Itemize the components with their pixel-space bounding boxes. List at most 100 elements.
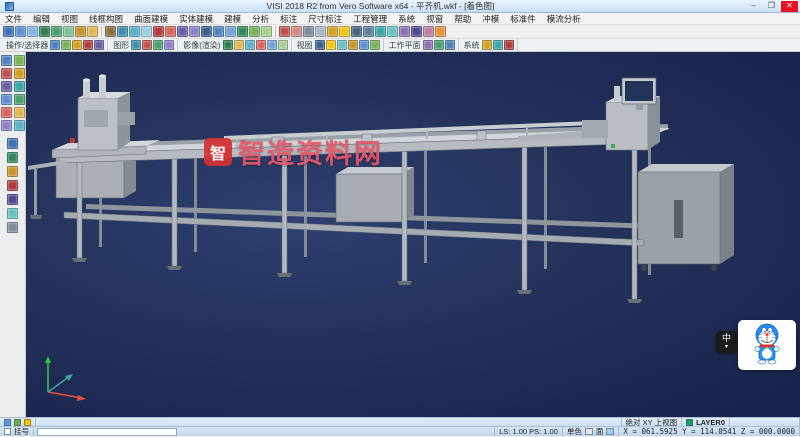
- toolbar-icon[interactable]: [75, 26, 86, 37]
- toolbar-icon[interactable]: [370, 40, 380, 50]
- toolbar-icon[interactable]: [225, 26, 236, 37]
- toolbar-icon[interactable]: [153, 26, 164, 37]
- toolbar-icon[interactable]: [7, 166, 18, 177]
- toolbar-icon[interactable]: [72, 40, 82, 50]
- menu-item[interactable]: 线框构图: [84, 13, 128, 25]
- toolbar-icon[interactable]: [94, 40, 104, 50]
- toolbar-icon[interactable]: [256, 40, 266, 50]
- toolbar-icon[interactable]: [399, 26, 410, 37]
- menu-item[interactable]: 曲面建模: [129, 13, 173, 25]
- toolbar-icon[interactable]: [351, 26, 362, 37]
- toolbar-icon[interactable]: [61, 40, 71, 50]
- menu-item[interactable]: 工程管理: [348, 13, 392, 25]
- toolbar-icon[interactable]: [39, 26, 50, 37]
- toolbar-icon[interactable]: [237, 26, 248, 37]
- menu-item[interactable]: 标准件: [505, 13, 541, 25]
- toolbar-icon[interactable]: [87, 26, 98, 37]
- minimize-button[interactable]: –: [745, 1, 762, 12]
- menu-item[interactable]: 视窗: [421, 13, 448, 25]
- toolbar-icon[interactable]: [63, 26, 74, 37]
- toolbar-icon[interactable]: [493, 40, 503, 50]
- toolbar-icon[interactable]: [14, 68, 25, 79]
- toolbar-icon[interactable]: [14, 94, 25, 105]
- toolbar-icon[interactable]: [249, 26, 260, 37]
- toolbar-icon[interactable]: [1, 68, 12, 79]
- toolbar-icon[interactable]: [315, 40, 325, 50]
- view-mode-indicator[interactable]: 绝对 XY 上视图: [622, 418, 683, 426]
- toolbar-icon[interactable]: [363, 26, 374, 37]
- toolbar-icon[interactable]: [339, 26, 350, 37]
- toolbar-icon[interactable]: [7, 138, 18, 149]
- snap-checkbox[interactable]: [4, 428, 11, 435]
- status-icon[interactable]: [4, 419, 11, 426]
- toolbar-icon[interactable]: [7, 180, 18, 191]
- toolbar-icon[interactable]: [51, 26, 62, 37]
- toolbar-icon[interactable]: [435, 26, 446, 37]
- toolbar-icon[interactable]: [261, 26, 272, 37]
- toolbar-icon[interactable]: [177, 26, 188, 37]
- toolbar-icon[interactable]: [423, 40, 433, 50]
- toolbar-icon[interactable]: [7, 194, 18, 205]
- toolbar-icon[interactable]: [423, 26, 434, 37]
- toolbar-icon[interactable]: [223, 40, 233, 50]
- toolbar-icon[interactable]: [15, 26, 26, 37]
- toolbar-icon[interactable]: [165, 26, 176, 37]
- toolbar-icon[interactable]: [201, 26, 212, 37]
- menu-item[interactable]: 模流分析: [542, 13, 586, 25]
- toolbar-icon[interactable]: [7, 208, 18, 219]
- menu-item[interactable]: 编辑: [28, 13, 55, 25]
- toolbar-icon[interactable]: [291, 26, 302, 37]
- maximize-button[interactable]: ❐: [763, 1, 780, 12]
- menu-item[interactable]: 文件: [0, 13, 27, 25]
- toolbar-icon[interactable]: [445, 40, 455, 50]
- toolbar-icon[interactable]: [129, 26, 140, 37]
- toolbar-icon[interactable]: [14, 107, 25, 118]
- toolbar-icon[interactable]: [3, 26, 14, 37]
- toolbar-icon[interactable]: [7, 152, 18, 163]
- toolbar-icon[interactable]: [14, 81, 25, 92]
- toolbar-icon[interactable]: [375, 26, 386, 37]
- toolbar-icon[interactable]: [1, 81, 12, 92]
- close-button[interactable]: ✕: [781, 1, 798, 12]
- toolbar-icon[interactable]: [105, 26, 116, 37]
- toolbar-icon[interactable]: [14, 120, 25, 131]
- mono-swatch[interactable]: [585, 428, 593, 435]
- toolbar-icon[interactable]: [153, 40, 163, 50]
- toolbar-icon[interactable]: [359, 40, 369, 50]
- face-swatch[interactable]: [606, 428, 614, 435]
- toolbar-icon[interactable]: [142, 40, 152, 50]
- toolbar-icon[interactable]: [482, 40, 492, 50]
- toolbar-icon[interactable]: [411, 26, 422, 37]
- toolbar-icon[interactable]: [1, 94, 12, 105]
- toolbar-icon[interactable]: [348, 40, 358, 50]
- toolbar-icon[interactable]: [434, 40, 444, 50]
- toolbar-icon[interactable]: [337, 40, 347, 50]
- menu-item[interactable]: 系统: [393, 13, 420, 25]
- toolbar-icon[interactable]: [315, 26, 326, 37]
- toolbar-icon[interactable]: [267, 40, 277, 50]
- command-input[interactable]: [37, 428, 177, 436]
- toolbar-icon[interactable]: [326, 40, 336, 50]
- toolbar-icon[interactable]: [303, 26, 314, 37]
- toolbar-icon[interactable]: [7, 222, 18, 233]
- toolbar-icon[interactable]: [189, 26, 200, 37]
- toolbar-icon[interactable]: [278, 40, 288, 50]
- menu-item[interactable]: 视图: [56, 13, 83, 25]
- toolbar-icon[interactable]: [245, 40, 255, 50]
- toolbar-icon[interactable]: [387, 26, 398, 37]
- toolbar-icon[interactable]: [504, 40, 514, 50]
- toolbar-icon[interactable]: [141, 26, 152, 37]
- status-icon[interactable]: [14, 419, 21, 426]
- toolbar-icon[interactable]: [1, 120, 12, 131]
- viewport-3d[interactable]: 智 智造资料网 中 ▾: [26, 52, 800, 417]
- menu-item[interactable]: 分析: [247, 13, 274, 25]
- toolbar-icon[interactable]: [131, 40, 141, 50]
- toolbar-icon[interactable]: [1, 107, 12, 118]
- toolbar-icon[interactable]: [117, 26, 128, 37]
- toolbar-icon[interactable]: [213, 26, 224, 37]
- menu-item[interactable]: 标注: [275, 13, 302, 25]
- toolbar-icon[interactable]: [164, 40, 174, 50]
- toolbar-icon[interactable]: [1, 55, 12, 66]
- menu-item[interactable]: 帮助: [449, 13, 476, 25]
- toolbar-icon[interactable]: [27, 26, 38, 37]
